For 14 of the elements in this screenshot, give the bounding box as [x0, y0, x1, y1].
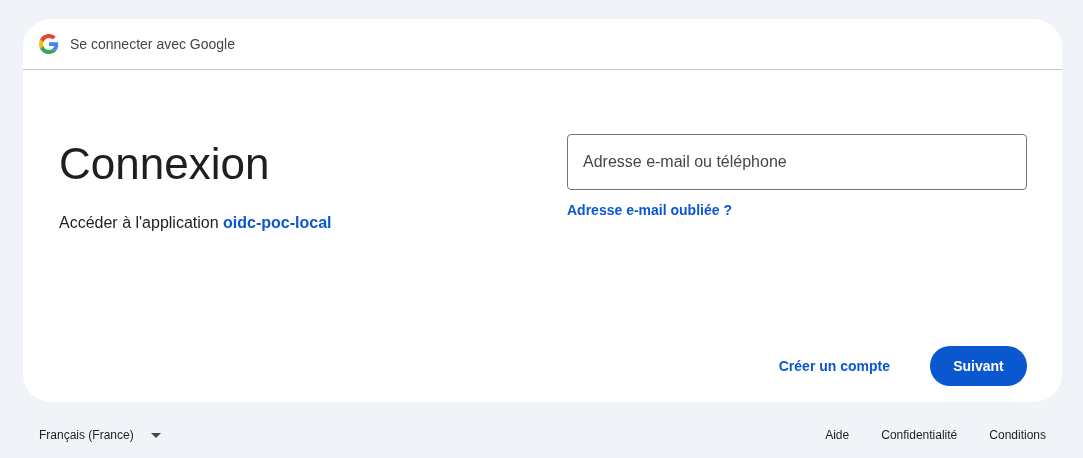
forgot-email-link[interactable]: Adresse e-mail oubliée ? — [567, 202, 732, 218]
footer-link[interactable]: Aide — [809, 420, 866, 450]
next-button[interactable]: Suivant — [930, 346, 1027, 386]
footer-link[interactable]: Confidentialité — [865, 420, 974, 450]
footer-link[interactable]: Conditions — [973, 420, 1062, 450]
language-selector[interactable]: Français (France) — [23, 420, 177, 450]
subtitle-text: Accéder à l'application oidc-poc-local — [59, 214, 333, 232]
email-field[interactable]: Adresse e-mail ou téléphone — [567, 134, 1027, 190]
google-logo-icon — [39, 34, 59, 54]
create-account-link[interactable]: Créer un compte — [762, 348, 906, 384]
app-link[interactable]: oidc-poc-local — [223, 214, 332, 231]
dropdown-caret-icon — [150, 432, 161, 438]
page-heading: Connexion — [59, 138, 271, 190]
header-title: Se connecter avec Google — [70, 36, 235, 52]
